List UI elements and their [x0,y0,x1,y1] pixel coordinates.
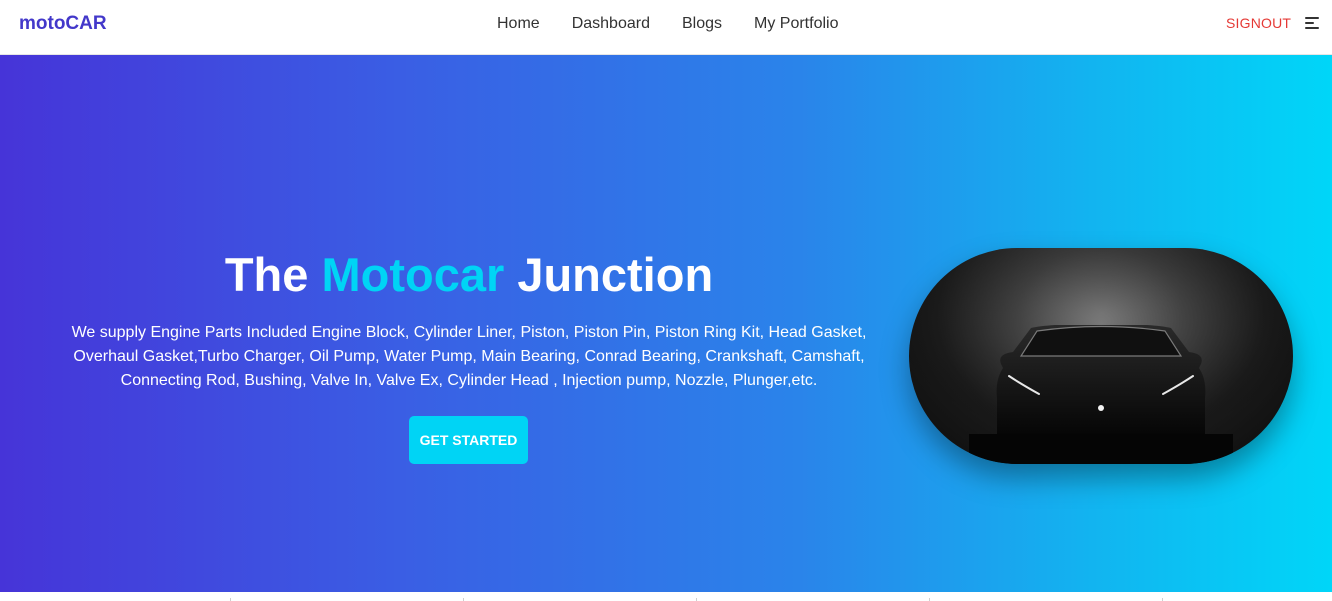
hero-title-part1: The [224,248,322,301]
nav-link-my-portfolio[interactable]: My Portfolio [738,14,854,34]
nav-link-home[interactable]: Home [481,14,556,34]
bottom-strip [0,592,1332,601]
hero-title-part2: Junction [504,248,714,301]
hero-description: We supply Engine Parts Included Engine B… [71,324,867,389]
nav-link-blogs[interactable]: Blogs [666,14,738,34]
top-navbar: motoCAR Home Dashboard Blogs My Portfoli… [0,0,1332,55]
brand-logo[interactable]: motoCAR [19,13,107,35]
nav-link-dashboard[interactable]: Dashboard [556,14,666,34]
hero-section: The Motocar Junction We supply Engine Pa… [0,55,1332,592]
get-started-button[interactable]: GET STARTED [409,416,528,464]
main-nav: Home Dashboard Blogs My Portfolio [481,14,854,34]
dark-car-front-image [909,248,1293,464]
hero-title: The Motocar Junction [50,247,888,303]
hero-title-accent: Motocar [321,248,505,301]
signout-button[interactable]: SIGNOUT [1226,15,1291,31]
hamburger-menu-icon[interactable] [1305,16,1321,30]
